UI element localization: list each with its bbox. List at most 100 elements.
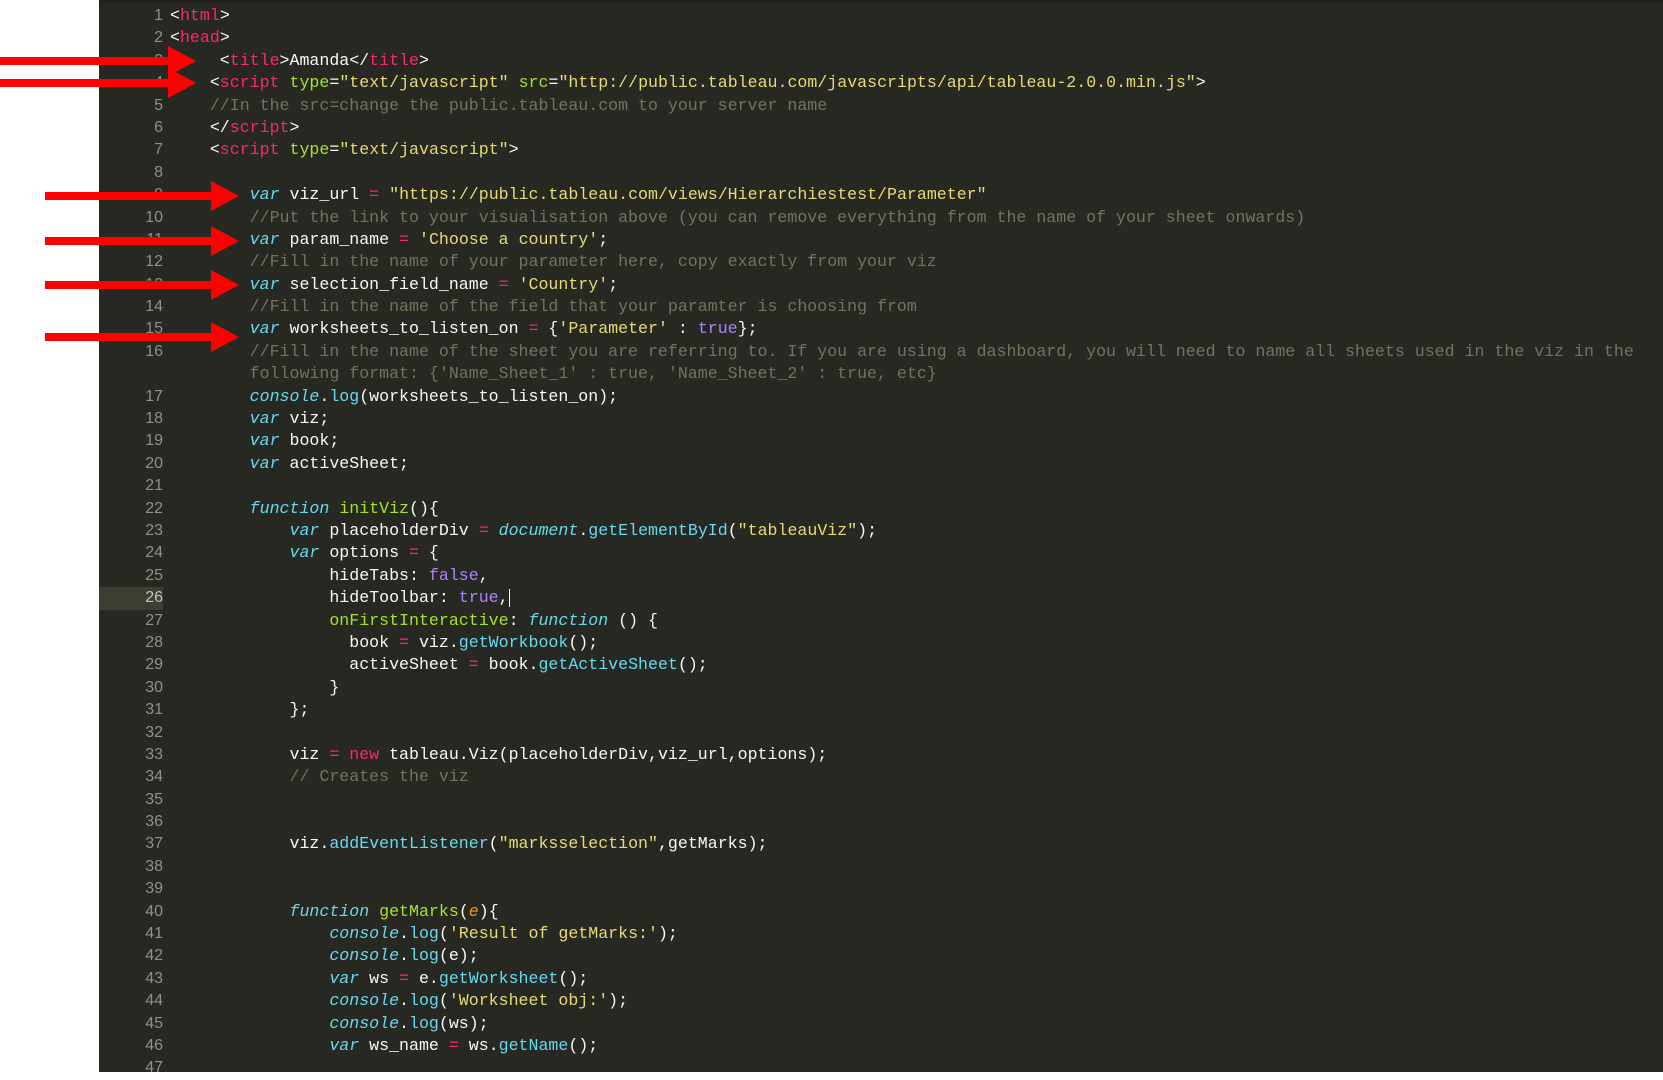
code-line[interactable]: 38 [99,856,1663,878]
code-token: var [170,520,320,540]
code-token: { [418,543,439,563]
line-number: 16 [145,342,163,360]
code-token: . [399,946,409,966]
code-line[interactable]: 25 hideTabs: false, [99,565,1663,587]
code-token: (e); [438,946,479,966]
code-line[interactable]: 19 var book; [99,430,1663,452]
code-line[interactable]: 39 [99,878,1663,900]
code-token: console [170,924,400,944]
code-token: = [329,73,340,93]
code-token: //Put the link to your visualisation abo… [170,207,1306,227]
code-line[interactable]: 36 [99,811,1663,833]
code-token: console [170,946,400,966]
code-line[interactable]: 45 console.log(ws); [99,1013,1663,1035]
code-token: e [468,901,479,921]
code-token: ( [438,924,449,944]
code-line[interactable]: 27 onFirstInteractive: function () { [99,610,1663,632]
code-line[interactable]: 30 } [99,677,1663,699]
line-number: 39 [145,880,163,898]
code-token: true [458,588,499,608]
code-lines[interactable]: 1<html>2<head>3 <title>Amanda</title>4 <… [99,5,1663,1080]
line-number: 43 [145,969,163,987]
line-number: 27 [145,611,163,629]
code-token: function [528,610,609,630]
line-number: 14 [145,298,163,316]
code-token: 'Result of getMarks:' [448,924,658,944]
code-line[interactable]: 3 <title>Amanda</title> [99,50,1663,72]
code-line[interactable]: 11 var param_name = 'Choose a country'; [99,229,1663,251]
line-number: 31 [145,701,163,719]
code-line[interactable]: 9 var viz_url = "https://public.tableau.… [99,184,1663,206]
code-line[interactable]: 5 //In the src=change the public.tableau… [99,95,1663,117]
code-line[interactable]: 47 [99,1057,1663,1079]
code-token: type [289,73,330,93]
code-line[interactable]: 14 //Fill in the name of the field that … [99,296,1663,318]
code-line[interactable]: 22 function initViz(){ [99,498,1663,520]
code-line[interactable]: 23 var placeholderDiv = document.getElem… [99,520,1663,542]
code-token: document [498,520,579,540]
code-token: function [170,901,370,921]
code-token: //Fill in the name of the sheet you are … [170,341,1634,361]
code-token: "http://public.tableau.com/javascripts/a… [558,73,1196,93]
code-line[interactable]: 12 //Fill in the name of your parameter … [99,251,1663,273]
code-line[interactable]: 31 }; [99,699,1663,721]
code-line[interactable]: 24 var options = { [99,542,1663,564]
code-line[interactable]: 35 [99,789,1663,811]
code-token: ws [359,968,400,988]
code-line[interactable]: 2 <head> [99,27,1663,49]
code-token: viz. [409,632,459,652]
line-number: 8 [154,163,163,181]
code-line[interactable]: 26 hideToolbar: true, [99,587,1663,610]
line-number: 37 [145,835,163,853]
code-line[interactable]: following format: {'Name_Sheet_1' : true… [99,363,1663,385]
code-line[interactable]: 42 console.log(e); [99,945,1663,967]
code-line[interactable]: 18 var viz; [99,408,1663,430]
line-number: 18 [145,410,163,428]
code-line[interactable]: 28 book = viz.getWorkbook(); [99,632,1663,654]
code-line[interactable]: 16 //Fill in the name of the sheet you a… [99,341,1663,363]
code-line[interactable]: 6 </script> [99,117,1663,139]
code-token: </ [170,117,230,137]
code-text: hideToolbar: true, [170,587,510,609]
code-line[interactable]: 37 viz.addEventListener("marksselection"… [99,833,1663,855]
line-number: 22 [145,499,163,517]
code-editor[interactable]: 1<html>2<head>3 <title>Amanda</title>4 <… [99,0,1663,1076]
code-token: : [667,319,698,339]
code-token: ws. [458,1035,499,1055]
code-line[interactable]: 41 console.log('Result of getMarks:'); [99,923,1663,945]
code-line[interactable]: 44 console.log('Worksheet obj:'); [99,990,1663,1012]
code-token: book. [478,655,539,675]
code-line[interactable]: 15 var worksheets_to_listen_on = {'Param… [99,318,1663,340]
code-text: var placeholderDiv = document.getElement… [170,520,877,542]
code-line[interactable]: 20 var activeSheet; [99,453,1663,475]
code-token: worksheets_to_listen_on [279,319,529,339]
code-line[interactable]: 17 console.log(worksheets_to_listen_on); [99,386,1663,408]
code-line[interactable]: 43 var ws = e.getWorksheet(); [99,968,1663,990]
code-token: script [219,140,280,160]
line-number: 21 [145,477,163,495]
code-line[interactable]: 29 activeSheet = book.getActiveSheet(); [99,654,1663,676]
code-line[interactable]: 33 viz = new tableau.Viz(placeholderDiv,… [99,744,1663,766]
code-token: = [409,543,419,563]
code-token: = [528,319,539,339]
code-token: ); [657,924,678,944]
code-line[interactable]: 8 [99,162,1663,184]
code-line[interactable]: 13 var selection_field_name = 'Country'; [99,274,1663,296]
code-line[interactable]: 4 <script type="text/javascript" src="ht… [99,72,1663,94]
code-line[interactable]: 32 [99,722,1663,744]
code-token: > [1195,73,1206,93]
code-token: "text/javascript" [339,140,509,160]
code-token: src [518,73,549,93]
code-line[interactable]: 21 [99,475,1663,497]
code-line[interactable]: 7 <script type="text/javascript"> [99,139,1663,161]
code-token: ; [608,274,619,294]
code-token: addEventListener [329,834,489,854]
code-line[interactable]: 34 // Creates the viz [99,766,1663,788]
line-number: 20 [145,454,163,472]
code-token: head [179,28,220,48]
code-line[interactable]: 10 //Put the link to your visualisation … [99,207,1663,229]
code-line[interactable]: 1 <html> [99,5,1663,27]
code-line[interactable]: 46 var ws_name = ws.getName(); [99,1035,1663,1057]
code-line[interactable]: 40 function getMarks(e){ [99,901,1663,923]
